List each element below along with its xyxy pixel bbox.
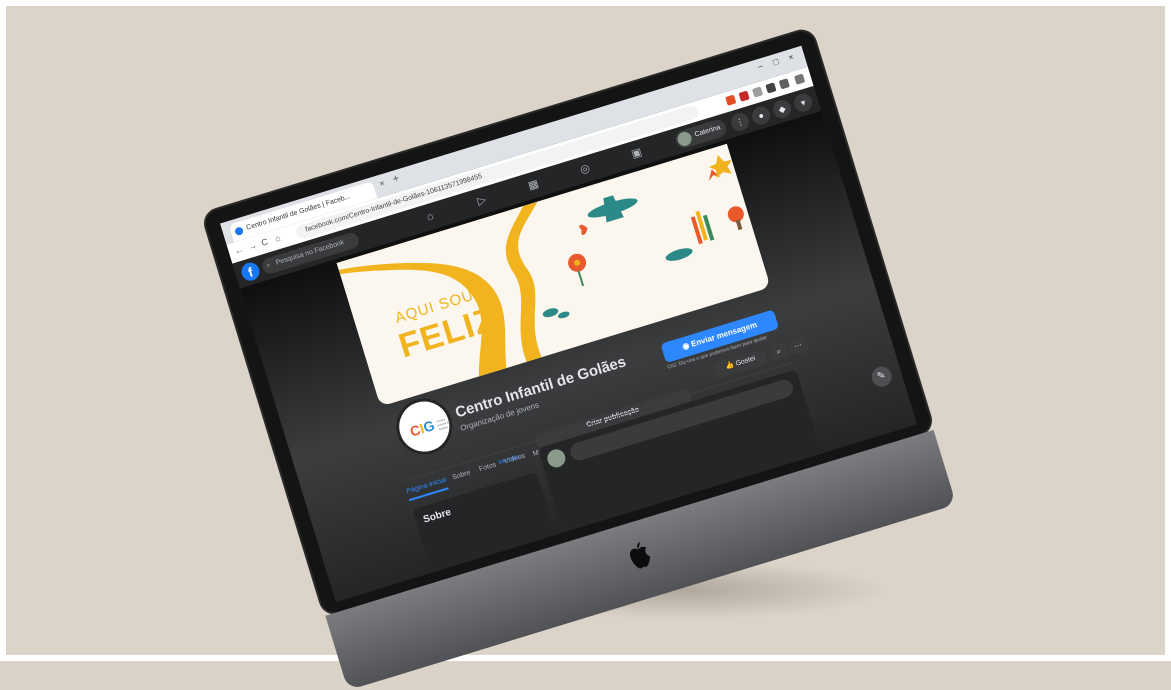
extension-icon[interactable] <box>738 90 750 102</box>
new-tab-button[interactable]: + <box>391 172 401 185</box>
watch-icon[interactable]: ▷ <box>473 192 490 209</box>
avatar <box>545 447 568 470</box>
facebook-favicon-icon <box>234 226 245 237</box>
account-dropdown-icon[interactable]: ▾ <box>791 91 815 114</box>
close-window-button[interactable]: × <box>787 52 795 63</box>
apple-logo-icon <box>629 541 651 569</box>
page-logo[interactable]: CIG Centro Infantil de Golães <box>389 391 460 462</box>
extension-icon[interactable] <box>778 78 790 90</box>
logo-text: CIG <box>407 416 437 440</box>
home-icon[interactable]: ⌂ <box>421 208 438 225</box>
messenger-icon[interactable]: ● <box>749 104 773 127</box>
more-options-button[interactable]: ··· <box>787 335 809 357</box>
edit-icon[interactable]: ✎ <box>869 364 895 390</box>
groups-icon[interactable]: ◎ <box>576 161 593 178</box>
menu-grid-icon[interactable]: ⋮ <box>728 110 752 134</box>
tab-about[interactable]: Sobre <box>452 469 472 481</box>
facebook-logo-icon[interactable]: f <box>239 260 262 283</box>
minimize-button[interactable]: − <box>756 61 764 72</box>
avatar <box>675 130 694 148</box>
page-tabs: Página inicial Sobre Fotos Vídeos Mais ▾ <box>404 445 554 504</box>
maximize-button[interactable]: □ <box>772 56 780 67</box>
extension-icon[interactable] <box>765 82 777 94</box>
notifications-icon[interactable]: ◆ <box>770 97 794 121</box>
about-title: Sobre <box>422 506 453 526</box>
back-button[interactable]: ← <box>233 244 245 256</box>
tab-close-icon[interactable]: × <box>378 178 386 189</box>
tab-home[interactable]: Página inicial <box>405 476 449 502</box>
reload-button[interactable]: C <box>260 236 269 247</box>
logo-subtitle: Centro Infantil de Golães <box>435 417 451 432</box>
forward-button[interactable]: → <box>247 240 259 252</box>
home-button[interactable]: ⌂ <box>273 233 281 244</box>
tab-photos[interactable]: Fotos <box>478 461 497 473</box>
profile-name: Caterina <box>693 124 722 139</box>
browser-menu-icon[interactable] <box>794 73 806 85</box>
gaming-icon[interactable]: ▣ <box>628 145 645 162</box>
marketplace-icon[interactable]: ▦ <box>525 176 542 193</box>
search-icon: ⌕ <box>265 261 272 270</box>
extension-icon[interactable] <box>725 94 737 106</box>
see-all-link[interactable]: Ver tudo <box>497 454 520 466</box>
extension-icon[interactable] <box>751 86 764 98</box>
